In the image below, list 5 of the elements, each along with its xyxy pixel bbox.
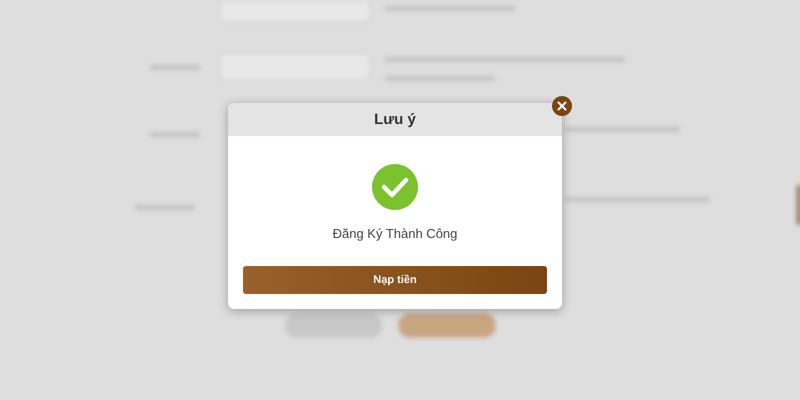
dialog-title: Lưu ý bbox=[228, 103, 562, 136]
deposit-button[interactable]: Nạp tiền bbox=[243, 266, 547, 294]
close-icon[interactable] bbox=[552, 96, 572, 116]
check-icon bbox=[372, 164, 418, 210]
success-message: Đăng Ký Thành Công bbox=[332, 226, 458, 241]
